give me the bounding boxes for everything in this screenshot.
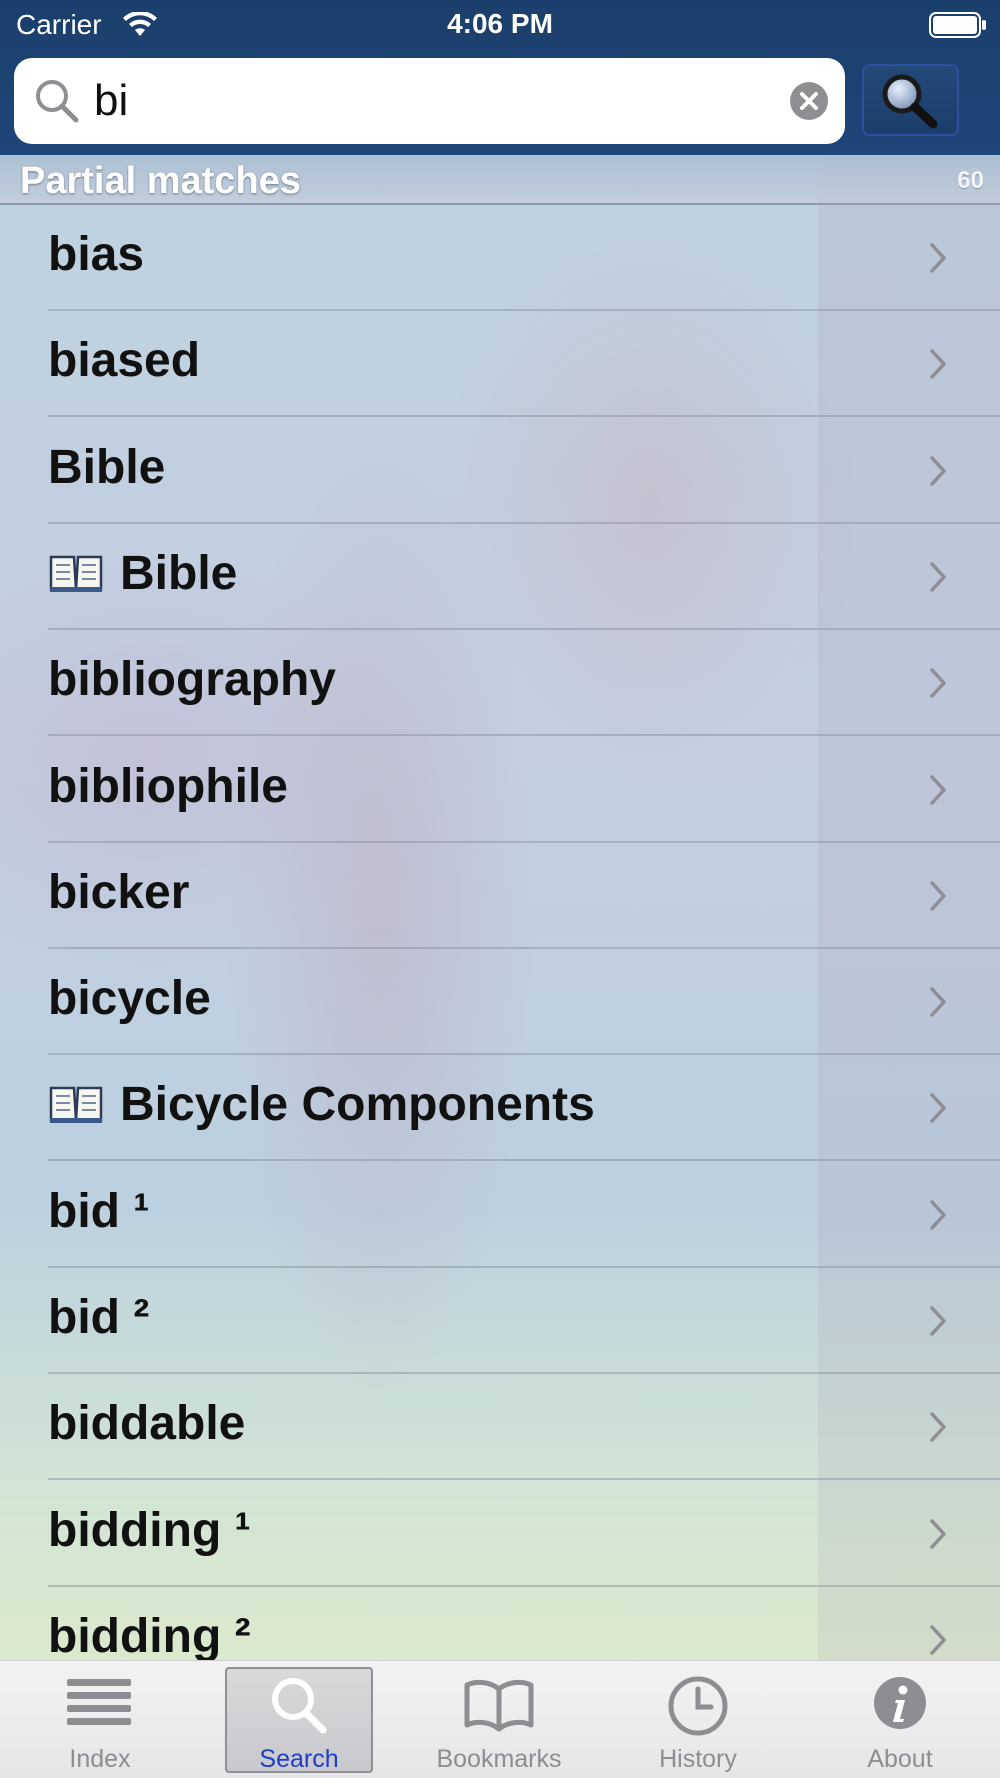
chevron-right-icon	[930, 881, 946, 911]
search-field[interactable]	[14, 58, 845, 144]
list-item-text: biased	[48, 334, 201, 387]
list-item-label: bicker	[48, 865, 189, 920]
list-item-text: bid ²	[48, 1291, 150, 1344]
list-item-text: bid ¹	[48, 1185, 150, 1238]
clock-time: 4:06 PM	[447, 8, 553, 39]
list-item-label: bicycle	[48, 971, 211, 1026]
chevron-right-icon	[930, 987, 946, 1017]
tab-label: History	[659, 1745, 737, 1773]
chevron-right-icon	[930, 668, 946, 698]
list-item-label: Bicycle Components	[48, 1077, 595, 1132]
book-icon	[49, 555, 103, 592]
chevron-right-icon	[930, 1306, 946, 1336]
list-item[interactable]: Bible	[0, 524, 1000, 630]
list-item-text: bibliophile	[48, 760, 288, 813]
list-item-label: bid ¹	[48, 1184, 149, 1239]
list-item-label: bibliography	[48, 652, 336, 707]
search-icon	[36, 80, 79, 123]
list-item-text: bicycle	[48, 972, 211, 1025]
search-input[interactable]	[94, 72, 774, 130]
list-item[interactable]: Bible	[0, 418, 1000, 524]
chevron-right-icon	[930, 349, 946, 379]
row-separator	[48, 415, 1000, 417]
top-bar: Carrier 4:06 PM	[0, 0, 1000, 155]
chevron-right-icon	[930, 1519, 946, 1549]
row-separator	[48, 1159, 1000, 1161]
chevron-right-icon	[930, 775, 946, 805]
magnifier-icon	[882, 74, 938, 129]
section-header: Partial matches 60	[0, 155, 1000, 205]
clock-icon	[668, 1676, 728, 1736]
list-item-text: bicker	[48, 866, 190, 919]
chevron-right-icon	[930, 562, 946, 592]
list-item[interactable]: bicycle	[0, 949, 1000, 1055]
row-separator	[48, 734, 1000, 736]
search-icon	[272, 1678, 327, 1734]
list-item[interactable]: bibliography	[0, 630, 1000, 736]
list-item-text: bibliography	[48, 653, 336, 706]
tab-about[interactable]: About	[805, 1661, 995, 1778]
battery-icon	[929, 12, 986, 38]
tab-label: Bookmarks	[436, 1745, 562, 1773]
list-item-label: bidding ¹	[48, 1503, 251, 1558]
chevron-right-icon	[930, 456, 946, 486]
chevron-right-icon	[930, 1412, 946, 1442]
list-item[interactable]: bicker	[0, 843, 1000, 949]
list-icon	[67, 1679, 131, 1725]
list-item-text: Bible	[120, 547, 238, 600]
section-title: Partial matches	[20, 160, 301, 202]
list-item[interactable]: biased	[0, 311, 1000, 417]
list-item-text: bias	[48, 228, 145, 281]
tab-search[interactable]: Search	[225, 1661, 373, 1778]
result-count: 60	[957, 167, 984, 194]
chevron-right-icon	[930, 243, 946, 273]
tab-history[interactable]: History	[603, 1661, 793, 1778]
list-item-label: bid ²	[48, 1290, 149, 1345]
tab-label: About	[867, 1745, 933, 1773]
book-icon	[49, 1086, 103, 1123]
tab-bookmarks[interactable]: Bookmarks	[404, 1661, 594, 1778]
list-item-label: Bible	[48, 546, 237, 601]
tab-label: Search	[259, 1745, 339, 1773]
list-item-label: bidding ²	[48, 1609, 251, 1660]
list-item[interactable]: bid ²	[0, 1268, 1000, 1374]
list-item[interactable]: bidding ¹	[0, 1481, 1000, 1587]
list-item[interactable]: biddable	[0, 1374, 1000, 1480]
list-item-label: biased	[48, 333, 200, 388]
tab-label: Index	[69, 1745, 131, 1773]
chevron-right-icon	[930, 1625, 946, 1655]
list-item-text: bidding ¹	[48, 1504, 251, 1557]
tab-index[interactable]: Index	[5, 1661, 195, 1778]
tab-bar: Index Search Bookmarks History About	[0, 1660, 1000, 1778]
list-item-label: biddable	[48, 1396, 245, 1451]
status-bar: Carrier 4:06 PM	[0, 0, 1000, 52]
results-list[interactable]: bias biased Bible Bible bibliography biblioph…	[0, 205, 1000, 1660]
list-item-text: Bicycle Components	[120, 1078, 595, 1131]
book-icon	[464, 1679, 534, 1732]
list-item[interactable]: Bicycle Components	[0, 1055, 1000, 1161]
clear-icon[interactable]	[789, 81, 829, 121]
list-item[interactable]: bidding ²	[0, 1587, 1000, 1660]
list-item-label: Bible	[48, 440, 165, 495]
list-item-text: Bible	[48, 441, 166, 494]
chevron-right-icon	[930, 1200, 946, 1230]
list-item[interactable]: bias	[0, 205, 1000, 311]
list-item-label: bibliophile	[48, 759, 288, 814]
info-icon	[874, 1677, 926, 1729]
row-separator	[48, 1478, 1000, 1480]
list-item-label: bias	[48, 227, 144, 282]
list-item-text: biddable	[48, 1397, 246, 1450]
search-button[interactable]	[862, 64, 959, 136]
chevron-right-icon	[930, 1093, 946, 1123]
list-item-text: bidding ²	[48, 1610, 251, 1660]
list-item[interactable]: bid ¹	[0, 1162, 1000, 1268]
list-item[interactable]: bibliophile	[0, 737, 1000, 843]
